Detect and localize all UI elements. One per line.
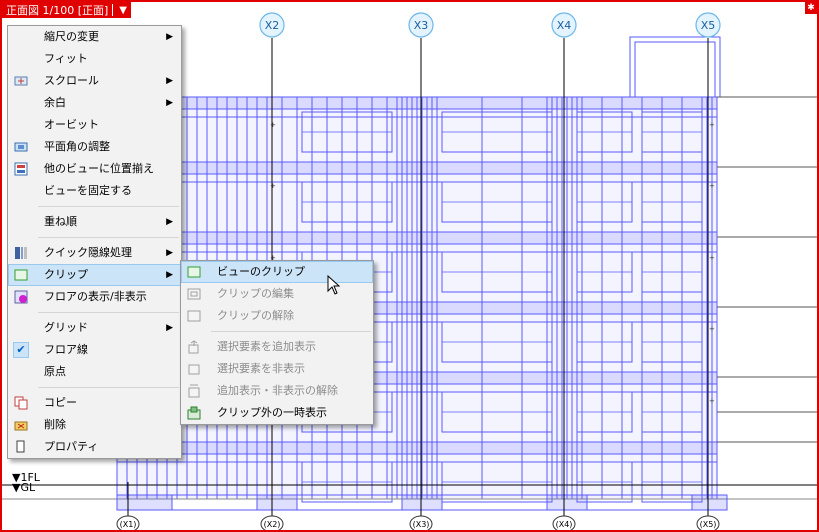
footing-block bbox=[256, 494, 298, 511]
menu-item-lock-view[interactable]: ビューを固定する bbox=[8, 180, 181, 202]
menu-item-properties[interactable]: プロパティ bbox=[8, 436, 181, 458]
hide-selected-icon bbox=[181, 358, 207, 380]
submenu-arrow-icon: ▶ bbox=[166, 217, 173, 227]
align-views-icon bbox=[8, 158, 34, 180]
menu-item-fit[interactable]: フィット bbox=[8, 48, 181, 70]
menu-separator bbox=[38, 312, 179, 313]
checkmark-icon: ✔ bbox=[13, 342, 29, 358]
grid-bubble-top-label: X2 bbox=[265, 19, 280, 32]
menu-item-floor-toggle[interactable]: フロアの表示/非表示 bbox=[8, 286, 181, 308]
submenu-arrow-icon: ▶ bbox=[166, 248, 173, 258]
menu-item-scroll[interactable]: スクロール ▶ bbox=[8, 70, 181, 92]
grid-bubble-bottom-label: (X2) bbox=[264, 520, 281, 529]
axis-marker: + bbox=[709, 121, 715, 129]
submenu-item-hide-selected[interactable]: 選択要素を非表示 bbox=[181, 358, 373, 380]
mouse-cursor-icon bbox=[327, 275, 341, 295]
penthouse-inner bbox=[634, 41, 716, 98]
submenu-item-reset-show-hide[interactable]: 追加表示・非表示の解除 bbox=[181, 380, 373, 402]
level-label-gl: ▼GL bbox=[12, 481, 36, 494]
footing-block bbox=[401, 494, 443, 511]
menu-separator bbox=[38, 237, 179, 238]
grid-bubble-top-label: X3 bbox=[414, 19, 429, 32]
grid-bubble-bottom-label: (X3) bbox=[413, 520, 430, 529]
delete-icon bbox=[8, 414, 34, 436]
hidden-line-icon bbox=[8, 242, 34, 264]
menu-item-margin[interactable]: 余白 ▶ bbox=[8, 92, 181, 114]
properties-icon bbox=[8, 436, 34, 458]
context-menu: 縮尺の変更 ▶ フィット スクロール ▶ 余白 ▶ オービット 平面角の調整 他のビュ… bbox=[7, 25, 182, 459]
grid-bubble-top-label: X5 bbox=[701, 19, 716, 32]
footing-block bbox=[546, 494, 588, 511]
grid-bubble-bottom-label: (X4) bbox=[556, 520, 573, 529]
scroll-icon bbox=[8, 70, 34, 92]
submenu-item-release-clip[interactable]: クリップの解除 bbox=[181, 305, 373, 327]
menu-item-plane-angle[interactable]: 平面角の調整 bbox=[8, 136, 181, 158]
submenu-item-temp-show-outside[interactable]: クリップ外の一時表示 bbox=[181, 402, 373, 424]
menu-item-origin[interactable]: 原点 bbox=[8, 361, 181, 383]
grid-bubble-bottom-label: (X1) bbox=[120, 520, 137, 529]
submenu-arrow-icon: ▶ bbox=[166, 32, 173, 42]
menu-separator bbox=[211, 331, 371, 332]
plane-angle-icon bbox=[8, 136, 34, 158]
clip-icon bbox=[8, 264, 34, 286]
menu-item-orbit[interactable]: オービット bbox=[8, 114, 181, 136]
axis-marker: + bbox=[709, 397, 715, 405]
grid-bubble-top-label: X4 bbox=[557, 19, 572, 32]
menu-item-grid[interactable]: グリッド ▶ bbox=[8, 317, 181, 339]
axis-marker: + bbox=[709, 325, 715, 333]
menu-item-clip[interactable]: クリップ ▶ bbox=[8, 264, 181, 286]
menu-item-stack-order[interactable]: 重ね順 ▶ bbox=[8, 211, 181, 233]
menu-item-delete[interactable]: 削除 bbox=[8, 414, 181, 436]
menu-separator bbox=[38, 206, 179, 207]
view-title-bar[interactable]: 正面図 1/100 [正面] ▼ bbox=[2, 2, 131, 18]
grid-bubble-bottom-label: (X5) bbox=[700, 520, 717, 529]
submenu-item-view-clip[interactable]: ビューのクリップ bbox=[181, 261, 373, 283]
footing-block bbox=[691, 494, 728, 511]
submenu-arrow-icon: ▶ bbox=[166, 76, 173, 86]
menu-item-change-scale[interactable]: 縮尺の変更 ▶ bbox=[8, 26, 181, 48]
submenu-arrow-icon: ▶ bbox=[166, 98, 173, 108]
temp-show-outside-icon bbox=[181, 402, 207, 424]
menu-item-floor-line[interactable]: ✔ フロア線 bbox=[8, 339, 181, 361]
submenu-item-show-selected[interactable]: 選択要素を追加表示 bbox=[181, 336, 373, 358]
view-title: 正面図 1/100 [正面] bbox=[6, 4, 109, 17]
reset-show-hide-icon bbox=[181, 380, 207, 402]
copy-icon bbox=[8, 392, 34, 414]
axis-marker: + bbox=[270, 121, 276, 129]
edit-clip-icon bbox=[181, 283, 207, 305]
axis-marker: + bbox=[270, 182, 276, 190]
menu-item-align-views[interactable]: 他のビューに位置揃え bbox=[8, 158, 181, 180]
axis-marker: + bbox=[709, 182, 715, 190]
show-selected-icon bbox=[181, 336, 207, 358]
menu-separator bbox=[38, 387, 179, 388]
submenu-item-edit-clip[interactable]: クリップの編集 bbox=[181, 283, 373, 305]
submenu-arrow-icon: ▶ bbox=[166, 323, 173, 333]
view-clip-icon bbox=[181, 261, 207, 283]
penthouse-outline bbox=[629, 36, 721, 98]
axis-marker: + bbox=[709, 254, 715, 262]
chevron-down-icon[interactable]: ▼ bbox=[119, 5, 127, 16]
menu-item-quick-hidden-line[interactable]: クイック隠線処理 ▶ bbox=[8, 242, 181, 264]
floor-toggle-icon bbox=[8, 286, 34, 308]
menu-item-copy[interactable]: コピー bbox=[8, 392, 181, 414]
clip-submenu: ビューのクリップ クリップの編集 クリップの解除 選択要素を追加表示 選択要素を… bbox=[180, 260, 374, 425]
corner-pin-icon[interactable]: ✱ bbox=[805, 2, 817, 14]
submenu-arrow-icon: ▶ bbox=[166, 270, 173, 280]
release-clip-icon bbox=[181, 305, 207, 327]
footing-block bbox=[116, 494, 173, 511]
